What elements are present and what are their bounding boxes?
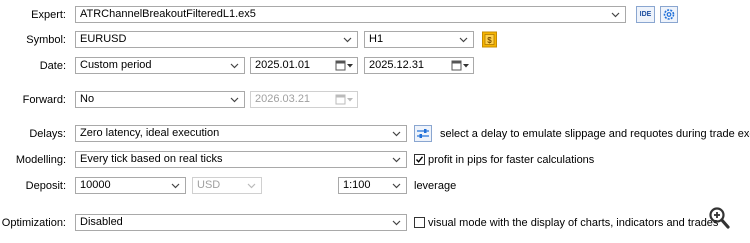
modelling-select[interactable]: Every tick based on real ticks [75, 151, 407, 168]
profit-pips-label: profit in pips for faster calculations [428, 154, 595, 166]
forward-date-picker: 2026.03.21 [250, 91, 358, 108]
chevron-down-icon [459, 37, 468, 43]
timeframe-select[interactable]: H1 [364, 31, 474, 48]
delays-hint: select a delay to emulate slippage and r… [440, 128, 750, 140]
leverage-select[interactable]: 1:100 [338, 177, 407, 194]
chevron-down-icon [611, 12, 620, 18]
settings-gear-icon [660, 6, 678, 23]
deposit-amount-select[interactable]: 10000 [75, 177, 186, 194]
expert-settings-button[interactable] [660, 6, 678, 23]
date-from-value: 2025.01.01 [255, 59, 311, 71]
visual-mode-label: visual mode with the display of charts, … [428, 217, 719, 229]
date-from-picker[interactable]: 2025.01.01 [250, 57, 358, 74]
calendar-dropdown-icon [335, 94, 353, 105]
visual-mode-zoom-button[interactable] [708, 206, 730, 230]
modelling-label: Modelling: [15, 154, 66, 166]
svg-text:$: $ [487, 36, 492, 45]
chevron-down-icon [171, 183, 180, 189]
ide-button[interactable]: IDE [636, 6, 655, 23]
dollar-symbol-icon: $ [482, 31, 497, 48]
date-to-value: 2025.12.31 [369, 59, 425, 71]
date-period-value: Custom period [80, 59, 152, 71]
sliders-icon [414, 125, 432, 142]
ide-button-label: IDE [639, 11, 652, 18]
chevron-down-icon [392, 131, 401, 137]
expert-value: ATRChannelBreakoutFilteredL1.ex5 [80, 8, 256, 20]
symbol-select[interactable]: EURUSD [75, 31, 358, 48]
chevron-down-icon [392, 183, 401, 189]
symbol-properties-button[interactable]: $ [482, 31, 497, 48]
forward-select[interactable]: No [75, 91, 245, 108]
chevron-down-icon [392, 220, 401, 226]
chevron-down-icon [392, 157, 401, 163]
calendar-dropdown-icon[interactable] [335, 59, 355, 72]
chevron-down-icon [343, 37, 352, 43]
delays-value: Zero latency, ideal execution [80, 127, 220, 139]
deposit-currency-value: USD [197, 179, 221, 191]
magnifier-plus-icon [709, 207, 730, 229]
delays-select[interactable]: Zero latency, ideal execution [75, 125, 407, 142]
chevron-down-icon [247, 183, 256, 189]
optimization-label: Optimization: [1, 217, 66, 229]
chevron-down-icon [230, 63, 239, 69]
date-to-picker[interactable]: 2025.12.31 [364, 57, 474, 74]
leverage-value: 1:100 [343, 179, 371, 191]
leverage-label: leverage [414, 180, 457, 192]
forward-value: No [80, 93, 95, 105]
symbol-label: Symbol: [26, 34, 66, 46]
modelling-value: Every tick based on real ticks [80, 153, 223, 165]
delays-label: Delays: [29, 128, 66, 140]
expert-select[interactable]: ATRChannelBreakoutFilteredL1.ex5 [75, 6, 626, 23]
profit-pips-checkbox[interactable] [414, 154, 425, 165]
optimization-value: Disabled [80, 216, 123, 228]
forward-date-value: 2026.03.21 [255, 93, 311, 105]
date-period-select[interactable]: Custom period [75, 57, 245, 74]
date-label: Date: [39, 60, 66, 72]
deposit-currency-select: USD [192, 177, 262, 194]
calendar-dropdown-icon[interactable] [451, 59, 471, 72]
symbol-value: EURUSD [80, 33, 127, 45]
deposit-amount-value: 10000 [80, 179, 111, 191]
expert-label: Expert: [31, 9, 66, 21]
visual-mode-checkbox[interactable] [414, 217, 425, 228]
timeframe-value: H1 [369, 33, 384, 45]
deposit-label: Deposit: [25, 180, 66, 192]
forward-label: Forward: [22, 94, 66, 106]
delay-settings-button[interactable] [414, 125, 432, 142]
optimization-select[interactable]: Disabled [75, 214, 407, 231]
chevron-down-icon [230, 97, 239, 103]
checkmark-icon [415, 156, 424, 163]
